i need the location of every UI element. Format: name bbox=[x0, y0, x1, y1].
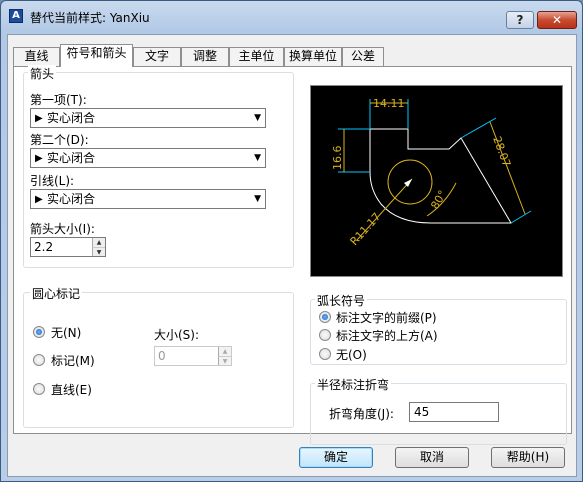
leader-arrow-select[interactable]: ▶ 实心闭合 ▼ bbox=[30, 189, 266, 209]
dim-radius-text: R11.17 bbox=[348, 210, 384, 248]
arc-above-radio[interactable] bbox=[319, 329, 331, 341]
first-arrow-label: 第一项(T): bbox=[30, 93, 87, 107]
tab-lines[interactable]: 直线 bbox=[13, 47, 60, 66]
leader-arrow-label: 引线(L): bbox=[30, 174, 75, 188]
ext-right-top bbox=[460, 117, 497, 139]
radius-jog-group: 半径标注折弯 折弯角度(J): 45 bbox=[310, 376, 567, 445]
arc-above-label[interactable]: 标注文字的上方(A) bbox=[336, 327, 438, 344]
chevron-down-icon[interactable]: ▼ bbox=[254, 109, 261, 127]
tab-alternate-units[interactable]: 换算单位 bbox=[284, 47, 342, 66]
dim-top-text: 14.11 bbox=[373, 97, 405, 110]
chevron-down-icon[interactable]: ▼ bbox=[254, 149, 261, 167]
preview-drawing: 14.11 16.6 28.07 80° R11.17 bbox=[331, 97, 532, 248]
help-title-button[interactable]: ? bbox=[506, 11, 534, 29]
center-marks-group: 圆心标记 无(N) 标记(M) 直线(E) 大小(S): 0 ▲ ▼ bbox=[23, 285, 294, 428]
window-title: 替代当前样式: YanXiu bbox=[30, 11, 150, 25]
spin-up-icon[interactable]: ▲ bbox=[218, 347, 231, 356]
spin-down-icon[interactable]: ▼ bbox=[218, 356, 231, 365]
dialog-client: 直线 符号和箭头 文字 调整 主单位 换算单位 公差 箭头 第一项(T): ▶ … bbox=[7, 34, 577, 477]
arc-length-title: 弧长符号 bbox=[315, 292, 368, 309]
center-line-label[interactable]: 直线(E) bbox=[51, 381, 92, 398]
arrow-size-label: 箭头大小(I): bbox=[30, 222, 95, 236]
center-none-label[interactable]: 无(N) bbox=[51, 324, 81, 341]
arrow-size-stepper[interactable]: 2.2 ▲ ▼ bbox=[30, 237, 106, 257]
app-icon: A bbox=[9, 9, 23, 23]
arrow-swatch-icon: ▶ bbox=[35, 194, 43, 205]
arc-prefix-label[interactable]: 标注文字的前缀(P) bbox=[336, 309, 437, 326]
close-button[interactable]: ✕ bbox=[537, 11, 577, 29]
dimension-preview: 14.11 16.6 28.07 80° R11.17 bbox=[310, 85, 563, 277]
tab-fit[interactable]: 调整 bbox=[181, 47, 229, 66]
center-none-radio[interactable] bbox=[33, 326, 45, 338]
dialog-window: A 替代当前样式: YanXiu ? ✕ 直线 符号和箭头 文字 调整 主单位 … bbox=[0, 0, 583, 482]
arrowheads-title: 箭头 bbox=[28, 65, 57, 82]
arc-none-label[interactable]: 无(O) bbox=[336, 346, 367, 363]
tab-text[interactable]: 文字 bbox=[133, 47, 181, 66]
tab-panel: 箭头 第一项(T): ▶ 实心闭合 ▼ 第二个(D): ▶ 实心闭合 ▼ 引线(… bbox=[13, 65, 572, 445]
ok-button[interactable]: 确定 bbox=[299, 447, 373, 468]
dim-line-right bbox=[489, 121, 526, 215]
arrow-swatch-icon: ▶ bbox=[35, 153, 43, 164]
center-size-value[interactable]: 0 bbox=[158, 349, 166, 363]
arrow-size-value[interactable]: 2.2 bbox=[34, 240, 53, 254]
help-button[interactable]: 帮助(H) bbox=[491, 447, 565, 468]
second-arrow-select[interactable]: ▶ 实心闭合 ▼ bbox=[30, 148, 266, 168]
arc-length-group: 弧长符号 标注文字的前缀(P) 标注文字的上方(A) 无(O) bbox=[310, 292, 567, 365]
center-size-stepper[interactable]: 0 ▲ ▼ bbox=[154, 346, 232, 366]
first-arrow-value: 实心闭合 bbox=[47, 111, 96, 125]
jog-angle-input[interactable]: 45 bbox=[409, 402, 499, 422]
arc-prefix-radio[interactable] bbox=[319, 311, 331, 323]
center-mark-label[interactable]: 标记(M) bbox=[51, 352, 95, 369]
arrow-swatch-icon: ▶ bbox=[35, 113, 43, 124]
center-marks-title: 圆心标记 bbox=[30, 285, 83, 302]
tab-primary-units[interactable]: 主单位 bbox=[229, 47, 284, 66]
title-bar[interactable]: A 替代当前样式: YanXiu ? ✕ bbox=[1, 1, 582, 31]
radius-jog-title: 半径标注折弯 bbox=[315, 376, 392, 393]
spin-up-icon[interactable]: ▲ bbox=[92, 238, 105, 247]
arc-none-radio[interactable] bbox=[319, 348, 331, 360]
ext-right-bottom bbox=[510, 210, 532, 224]
arrowheads-group: 箭头 第一项(T): ▶ 实心闭合 ▼ 第二个(D): ▶ 实心闭合 ▼ 引线(… bbox=[23, 65, 294, 268]
second-arrow-value: 实心闭合 bbox=[47, 151, 96, 165]
chevron-down-icon[interactable]: ▼ bbox=[254, 190, 261, 208]
center-line-radio[interactable] bbox=[33, 383, 45, 395]
leader-arrow-value: 实心闭合 bbox=[47, 192, 96, 206]
tab-tolerances[interactable]: 公差 bbox=[342, 47, 384, 66]
second-arrow-label: 第二个(D): bbox=[30, 133, 89, 147]
center-size-label: 大小(S): bbox=[154, 328, 200, 342]
dim-right-text: 28.07 bbox=[490, 135, 513, 169]
tab-symbols-arrows[interactable]: 符号和箭头 bbox=[60, 44, 133, 67]
first-arrow-select[interactable]: ▶ 实心闭合 ▼ bbox=[30, 108, 266, 128]
dim-left-text: 16.6 bbox=[331, 146, 344, 171]
jog-angle-label: 折弯角度(J): bbox=[329, 407, 394, 421]
spin-down-icon[interactable]: ▼ bbox=[92, 247, 105, 256]
center-mark-radio[interactable] bbox=[33, 354, 45, 366]
dim-angle-text: 80° bbox=[428, 188, 449, 211]
cancel-button[interactable]: 取消 bbox=[395, 447, 469, 468]
